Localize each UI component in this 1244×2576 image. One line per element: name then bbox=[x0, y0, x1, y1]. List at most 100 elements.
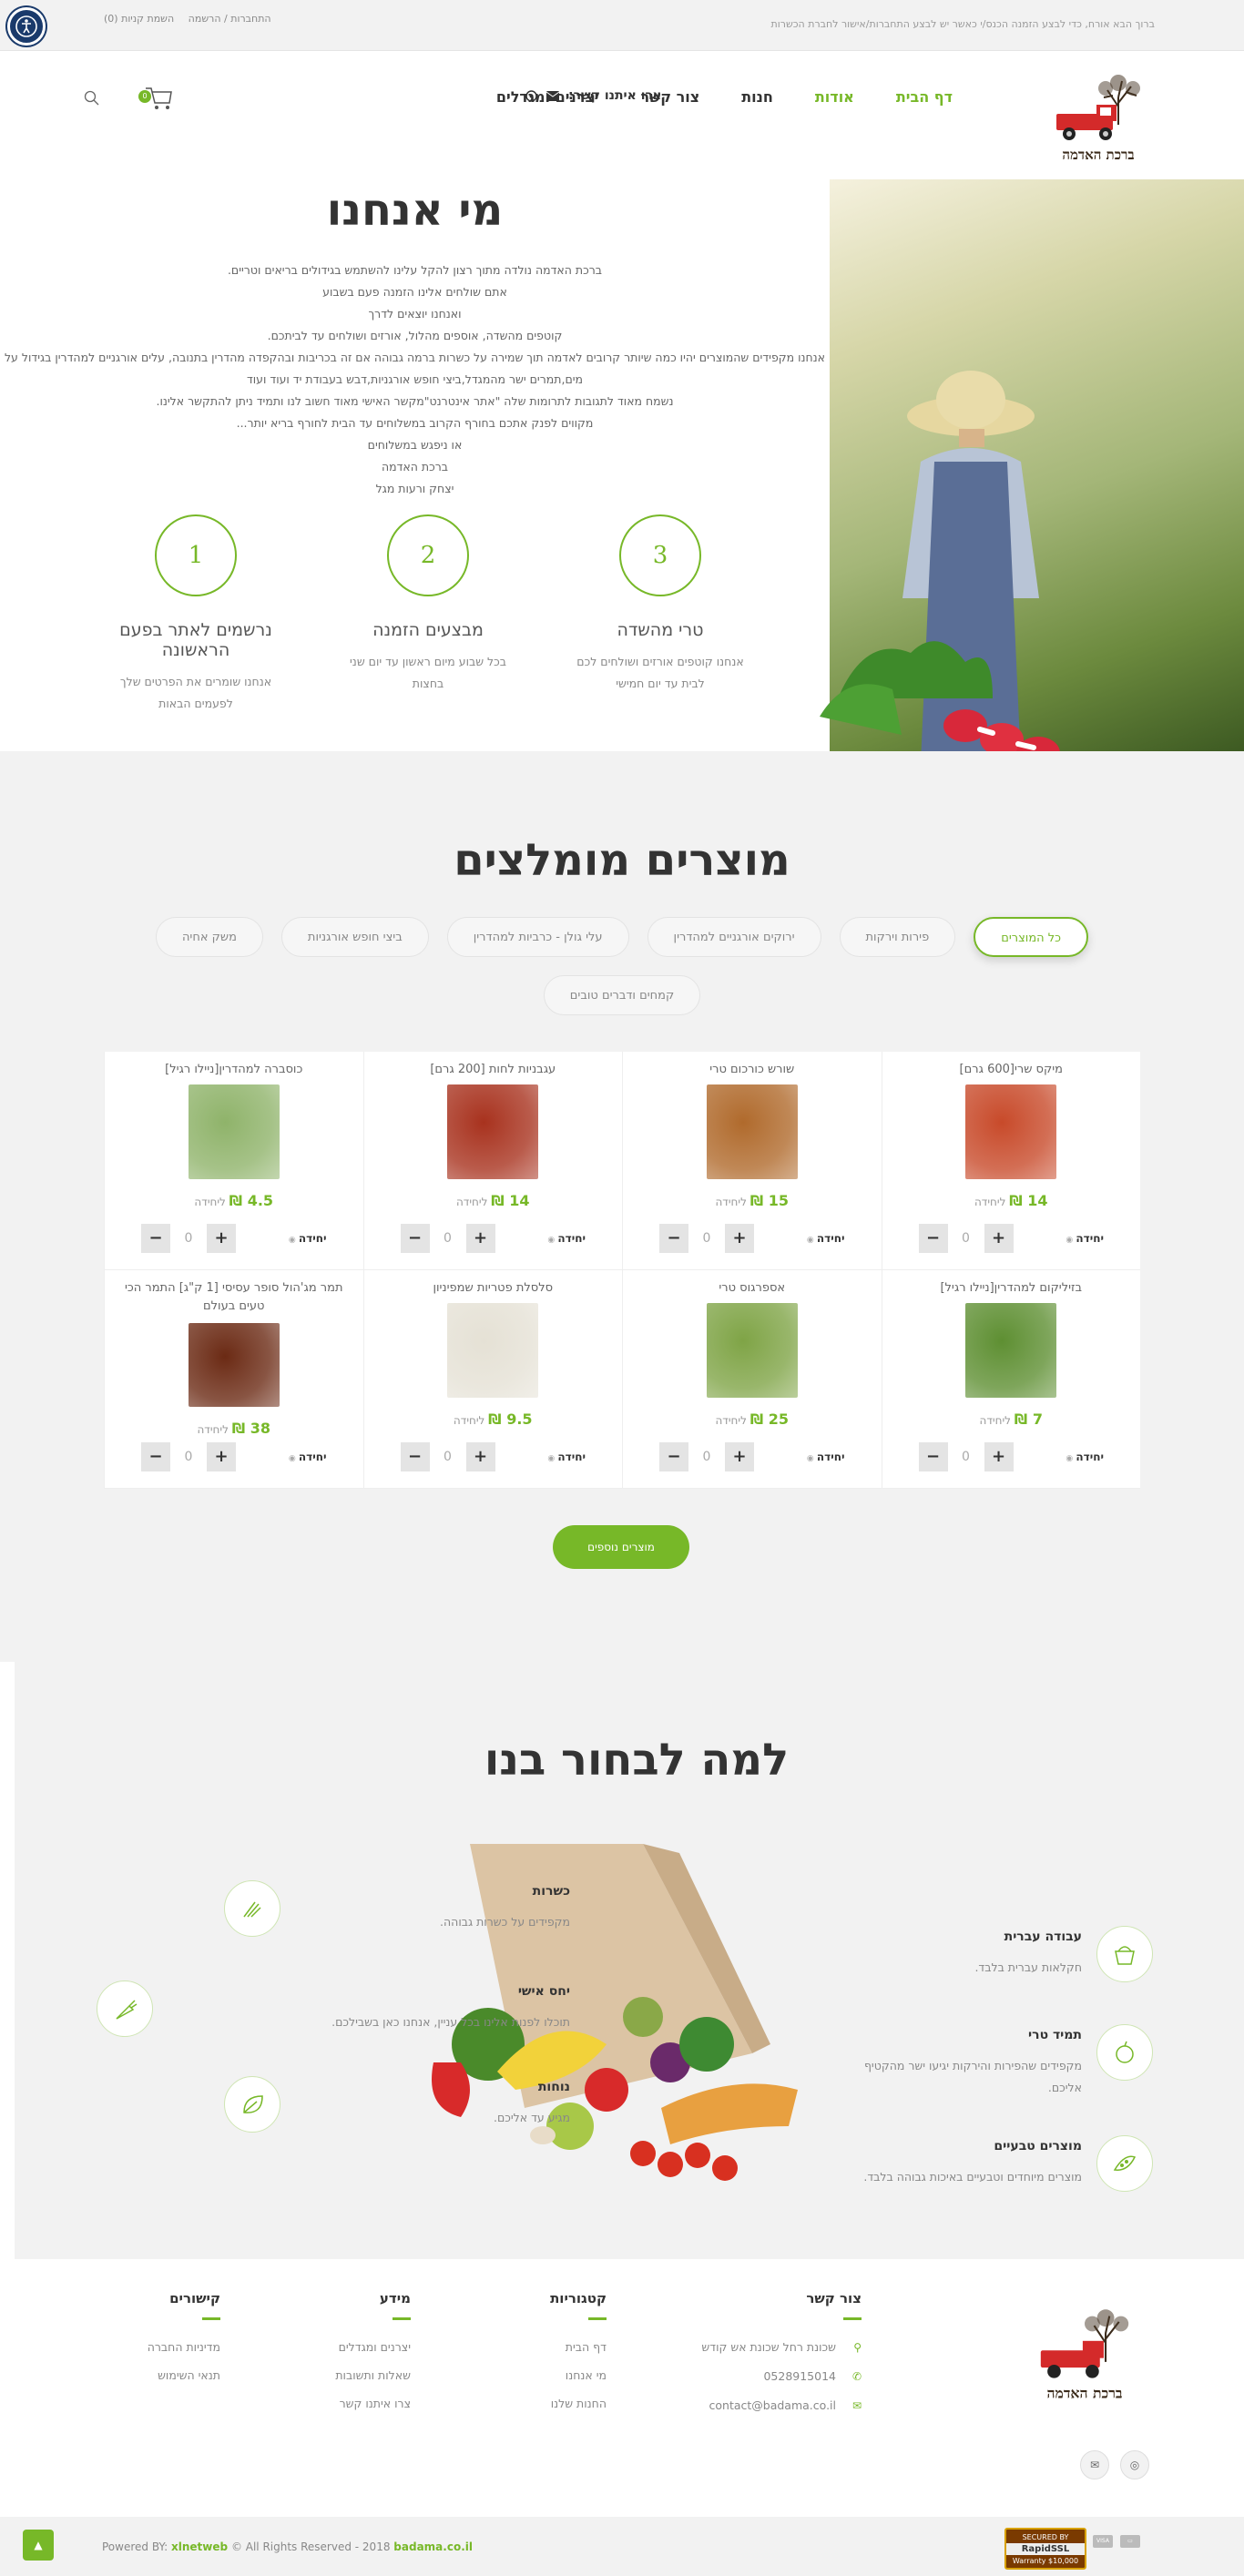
decrease-button[interactable]: − bbox=[659, 1224, 688, 1253]
feature-text: מקפידים שהפירות והירקות יגיעו ישר מהקטיף… bbox=[863, 2059, 1082, 2094]
site-link[interactable]: badama.co.il bbox=[393, 2540, 473, 2553]
filter-achiya[interactable]: משק אחיה bbox=[155, 917, 263, 957]
increase-button[interactable]: + bbox=[984, 1224, 1014, 1253]
decrease-button[interactable]: − bbox=[141, 1224, 170, 1253]
product-name[interactable]: עגבניות לחות [200 גרם] bbox=[364, 1061, 623, 1079]
nav-home[interactable]: דף הבית bbox=[896, 88, 953, 106]
quantity-value[interactable]: 0 bbox=[688, 1442, 725, 1471]
footer-logo[interactable]: ברכת האדמה bbox=[1025, 2305, 1144, 2405]
footer-link[interactable]: דף הבית bbox=[550, 2333, 607, 2361]
unit-radio[interactable]: יחידה bbox=[807, 1451, 845, 1463]
product-card[interactable]: בזיליקום למהדרין[ניילו רגיל] 7 ₪ ליחידה יח… bbox=[881, 1270, 1141, 1489]
product-name[interactable]: תמר מג'הול סופר עסיסי [1 ק"ג] התמר הכי ט… bbox=[105, 1279, 363, 1318]
footer-link[interactable]: צרו איתנו קשר bbox=[335, 2389, 411, 2418]
product-name[interactable]: שורש כורכום טרי bbox=[623, 1061, 882, 1079]
orders-link[interactable]: השמת קניות (0) bbox=[104, 13, 174, 25]
buy-controls: יחידה −0+ bbox=[659, 1442, 845, 1471]
product-name[interactable]: כוסברה למהדרין[ניילו רגיל] bbox=[105, 1061, 363, 1079]
decrease-button[interactable]: − bbox=[659, 1442, 688, 1471]
cart-button[interactable]: 0 bbox=[137, 85, 173, 112]
about-line: מקווים לפנק אתכם בחורף הקרוב במשלוחים עד… bbox=[236, 416, 594, 430]
increase-button[interactable]: + bbox=[465, 1442, 495, 1471]
filter-golan[interactable]: עלי גולן - כרביות למהדרין bbox=[446, 917, 629, 957]
product-card[interactable]: שורש כורכום טרי 15 ₪ ליחידה יחידה −0+ bbox=[622, 1052, 882, 1270]
quantity-value[interactable]: 0 bbox=[170, 1442, 207, 1471]
product-card[interactable]: מיקס שרי[600 גרם] 14 ₪ ליחידה יחידה −0+ bbox=[881, 1052, 1141, 1270]
whatsapp-icon[interactable]: ◎ bbox=[1120, 2450, 1149, 2479]
product-name[interactable]: אספרגוס טרי bbox=[623, 1279, 882, 1298]
product-image[interactable] bbox=[706, 1303, 798, 1398]
unit-radio[interactable]: יחידה bbox=[1066, 1232, 1104, 1245]
product-card[interactable]: כוסברה למהדרין[ניילו רגיל] 4.5 ₪ ליחידה יח… bbox=[104, 1052, 363, 1270]
product-name[interactable]: בזיליקום למהדרין[ניילו רגיל] bbox=[882, 1279, 1141, 1298]
decrease-button[interactable]: − bbox=[918, 1224, 948, 1253]
decrease-button[interactable]: − bbox=[400, 1224, 430, 1253]
footer-phone[interactable]: ✆0528915014 bbox=[701, 2362, 862, 2391]
quantity-value[interactable]: 0 bbox=[170, 1224, 207, 1253]
product-image[interactable] bbox=[447, 1084, 539, 1179]
filter-flour[interactable]: קמחים ודברים טובים bbox=[543, 975, 701, 1015]
page: התחברות / הרשמה השמת קניות (0) ברוך הבא … bbox=[0, 0, 1244, 2576]
filter-fruits[interactable]: פירות וירקות bbox=[839, 917, 956, 957]
unit-radio[interactable]: יחידה bbox=[807, 1232, 845, 1245]
decrease-button[interactable]: − bbox=[400, 1442, 430, 1471]
footer-link[interactable]: יצרנים ומגדלים bbox=[335, 2333, 411, 2361]
decrease-button[interactable]: − bbox=[141, 1442, 170, 1471]
increase-button[interactable]: + bbox=[984, 1442, 1014, 1471]
product-image[interactable] bbox=[188, 1323, 280, 1407]
whatsapp-icon[interactable] bbox=[525, 89, 537, 102]
footer-links: קישורים מדיניות החברה תנאי השימוש bbox=[148, 2290, 220, 2389]
envelope-icon[interactable]: ✉ bbox=[1080, 2450, 1109, 2479]
accessibility-button[interactable] bbox=[7, 7, 46, 46]
feature-natural: מוצרים טבעיים מוצרים מיוחדים וטבעיים באיכ… bbox=[843, 2135, 1153, 2192]
unit-radio[interactable]: יחידה bbox=[289, 1451, 327, 1463]
site-logo[interactable]: ברכת האדמה bbox=[1044, 70, 1153, 166]
quantity-value[interactable]: 0 bbox=[430, 1442, 466, 1471]
footer-link[interactable]: מי אנחנו bbox=[550, 2361, 607, 2389]
product-card[interactable]: אספרגוס טרי 25 ₪ ליחידה יחידה −0+ bbox=[622, 1270, 882, 1489]
decrease-button[interactable]: − bbox=[918, 1442, 948, 1471]
footer-link[interactable]: מדיניות החברה bbox=[148, 2333, 220, 2361]
increase-button[interactable]: + bbox=[725, 1224, 754, 1253]
filter-eggs[interactable]: ביצי חופש אורגניות bbox=[280, 917, 429, 957]
footer-email[interactable]: ✉contact@badama.co.il bbox=[701, 2391, 862, 2420]
nav-about[interactable]: אודות bbox=[815, 88, 854, 106]
product-card[interactable]: עגבניות לחות [200 גרם] 14 ₪ ליחידה יחידה −0… bbox=[362, 1052, 623, 1270]
ssl-seal[interactable]: SECURED BY RapidSSL $10,000 Warranty bbox=[1004, 2528, 1086, 2570]
product-card[interactable]: סלסלת פטריות שמפיניון 9.5 ₪ ליחידה יחידה −0… bbox=[362, 1270, 623, 1489]
product-image[interactable] bbox=[965, 1084, 1057, 1179]
product-card[interactable]: תמר מג'הול סופר עסיסי [1 ק"ג] התמר הכי ט… bbox=[104, 1270, 363, 1489]
filter-all[interactable]: כל המוצרים bbox=[974, 917, 1089, 957]
filter-greens[interactable]: ירוקים אורגניים למהדרין bbox=[647, 917, 821, 957]
increase-button[interactable]: + bbox=[725, 1442, 754, 1471]
credit-card-icon: ▭ bbox=[1120, 2535, 1140, 2548]
increase-button[interactable]: + bbox=[465, 1224, 495, 1253]
footer-link[interactable]: תנאי השימוש bbox=[148, 2361, 220, 2389]
unit-radio[interactable]: יחידה bbox=[547, 1451, 586, 1463]
increase-button[interactable]: + bbox=[207, 1224, 236, 1253]
more-products-button[interactable]: מוצרים נוספים bbox=[553, 1525, 689, 1569]
login-link[interactable]: התחברות / הרשמה bbox=[189, 13, 271, 25]
nav-shop[interactable]: חנות bbox=[741, 88, 773, 106]
product-image[interactable] bbox=[706, 1084, 798, 1179]
product-name[interactable]: סלסלת פטריות שמפיניון bbox=[364, 1279, 623, 1298]
quantity-value[interactable]: 0 bbox=[948, 1442, 984, 1471]
footer-link[interactable]: שאלות ותשובות bbox=[335, 2361, 411, 2389]
envelope-icon[interactable] bbox=[546, 90, 559, 101]
scroll-top-button[interactable]: ▲ bbox=[23, 2530, 54, 2561]
quantity-value[interactable]: 0 bbox=[430, 1224, 466, 1253]
product-image[interactable] bbox=[447, 1303, 539, 1398]
unit-radio[interactable]: יחידה bbox=[1066, 1451, 1104, 1463]
powered-by-link[interactable]: xlnetweb bbox=[171, 2540, 228, 2553]
footer-link[interactable]: החנות שלנו bbox=[550, 2389, 607, 2418]
product-image[interactable] bbox=[188, 1084, 280, 1179]
quantity-value[interactable]: 0 bbox=[688, 1224, 725, 1253]
product-image[interactable] bbox=[965, 1303, 1057, 1398]
quantity-value[interactable]: 0 bbox=[948, 1224, 984, 1253]
apple-icon bbox=[1096, 2024, 1153, 2081]
unit-radio[interactable]: יחידה bbox=[547, 1232, 586, 1245]
product-name[interactable]: מיקס שרי[600 גרם] bbox=[882, 1061, 1141, 1079]
unit-radio[interactable]: יחידה bbox=[289, 1232, 327, 1245]
increase-button[interactable]: + bbox=[207, 1442, 236, 1471]
search-icon[interactable] bbox=[84, 90, 100, 107]
